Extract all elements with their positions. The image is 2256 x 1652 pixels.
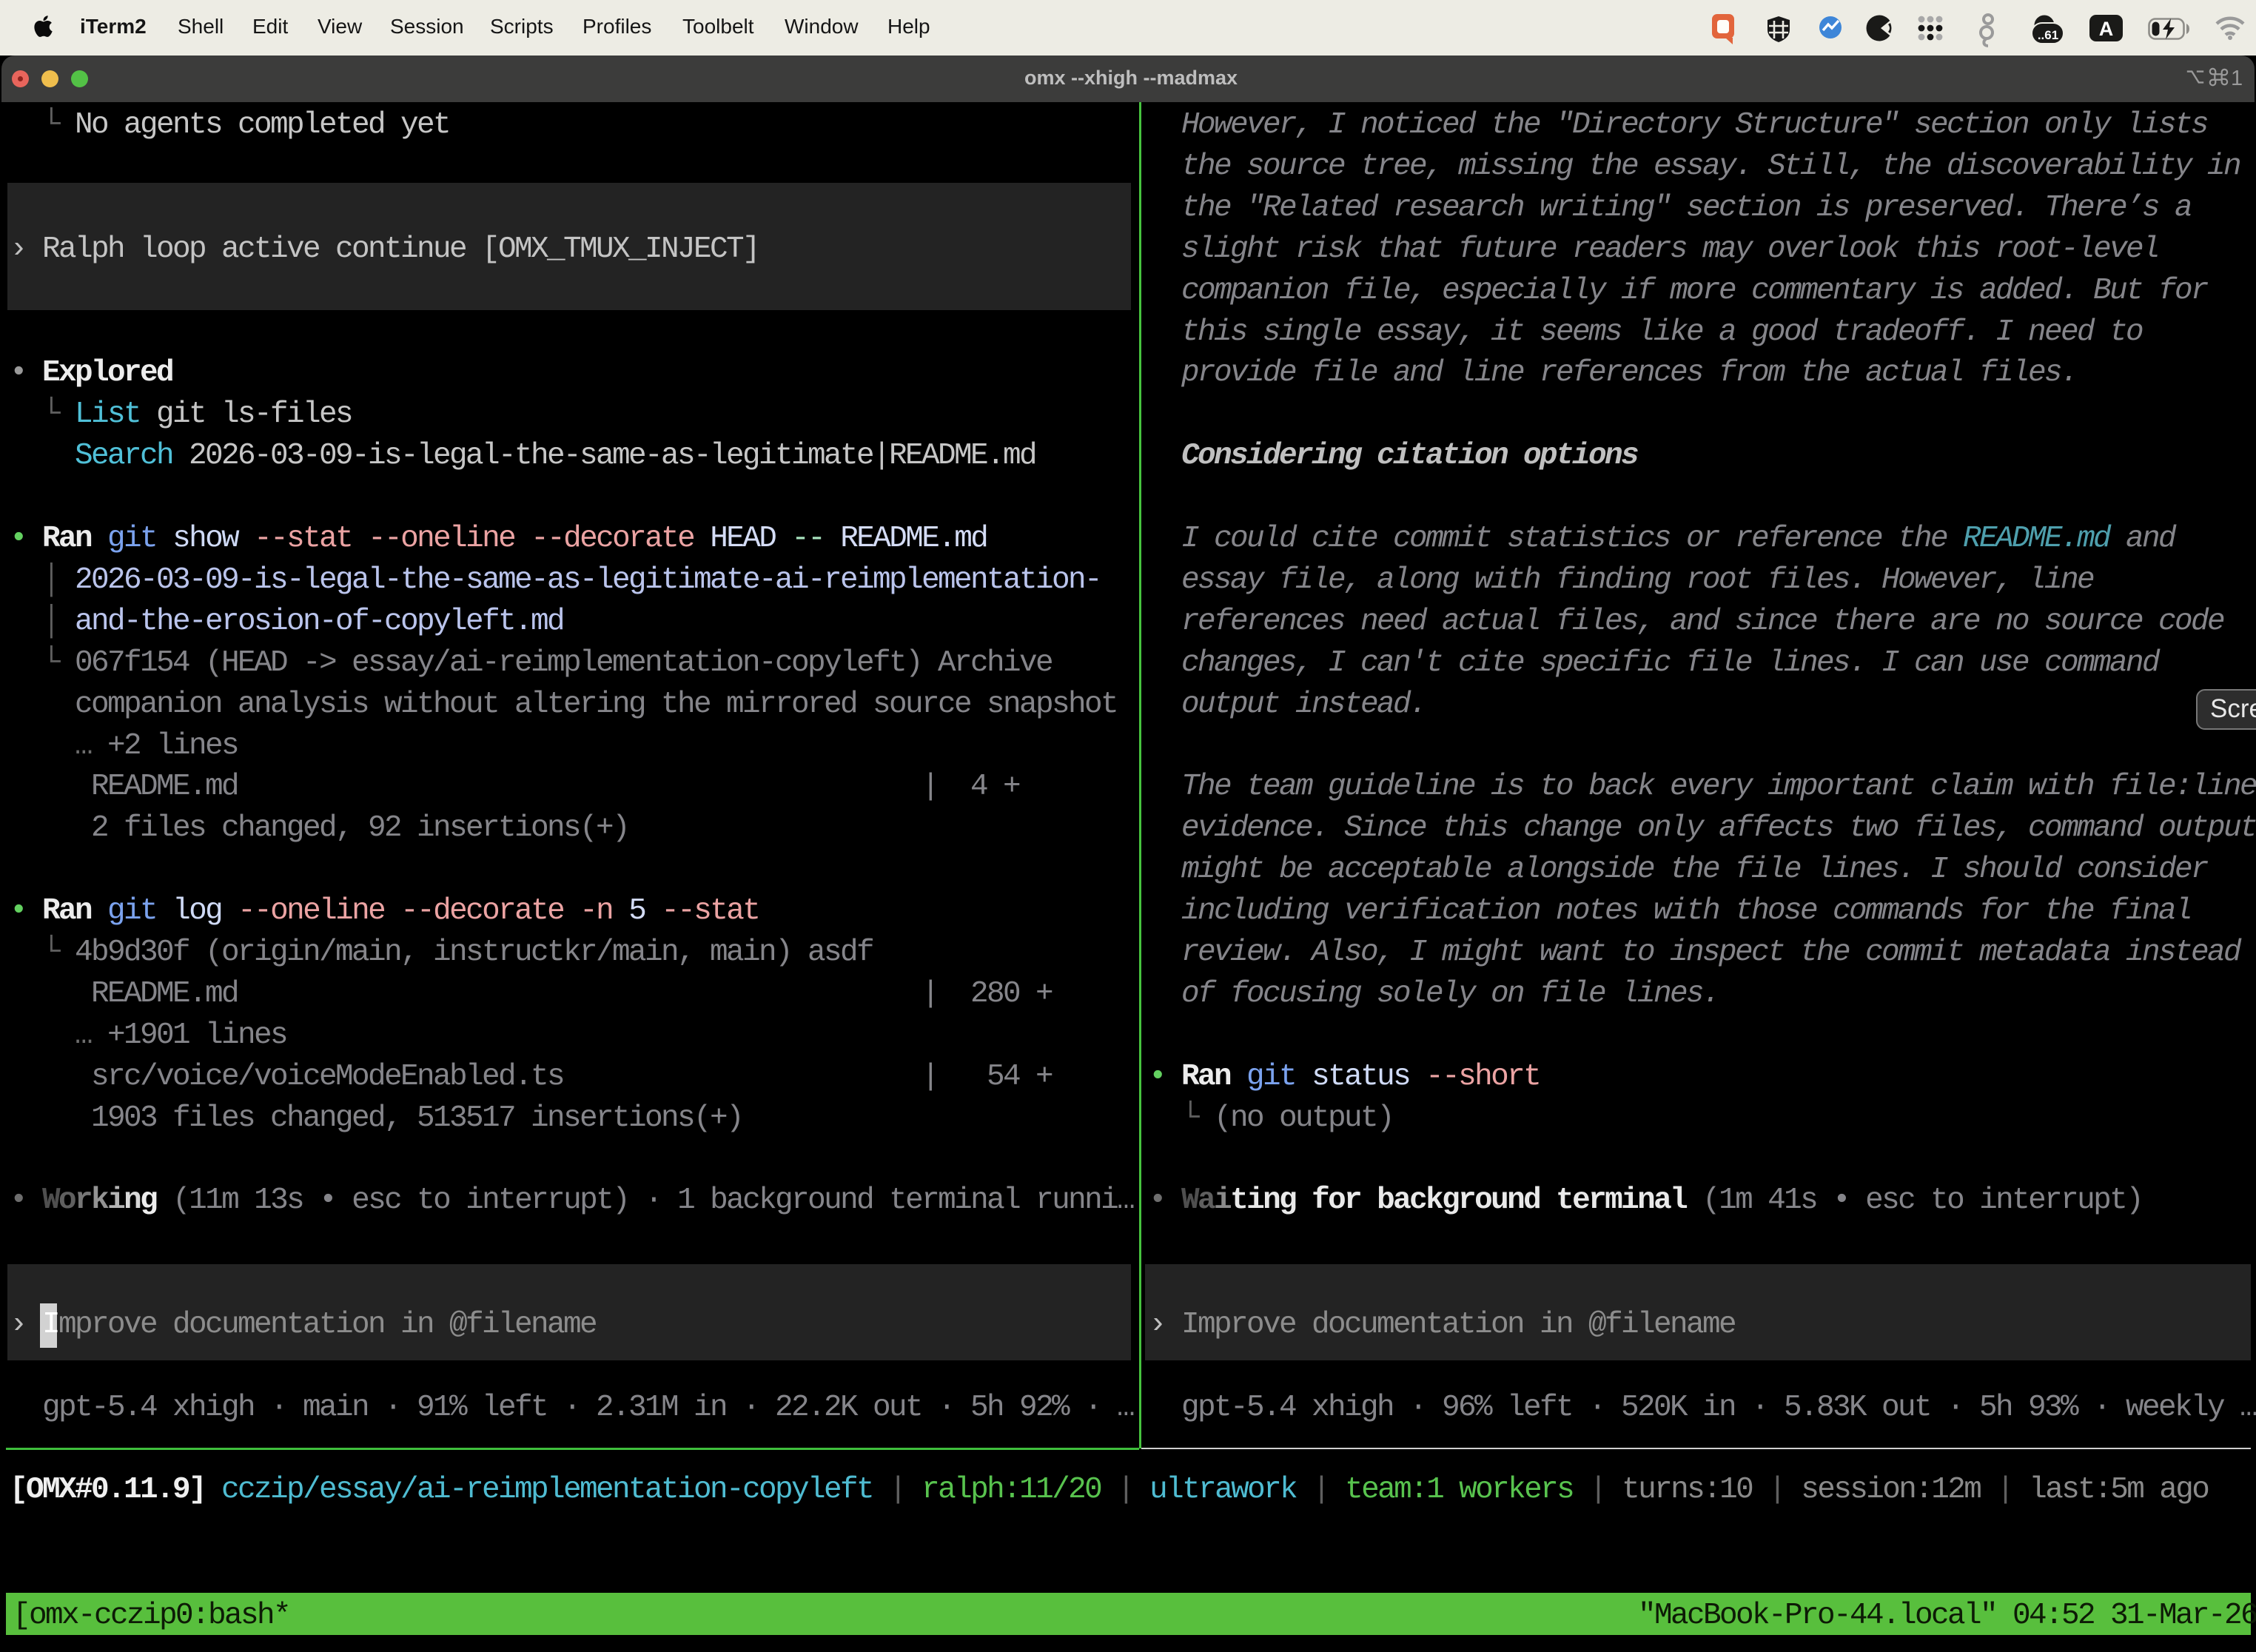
svg-text:..61: ..61 <box>2038 28 2058 42</box>
svg-text:A: A <box>2099 18 2114 40</box>
